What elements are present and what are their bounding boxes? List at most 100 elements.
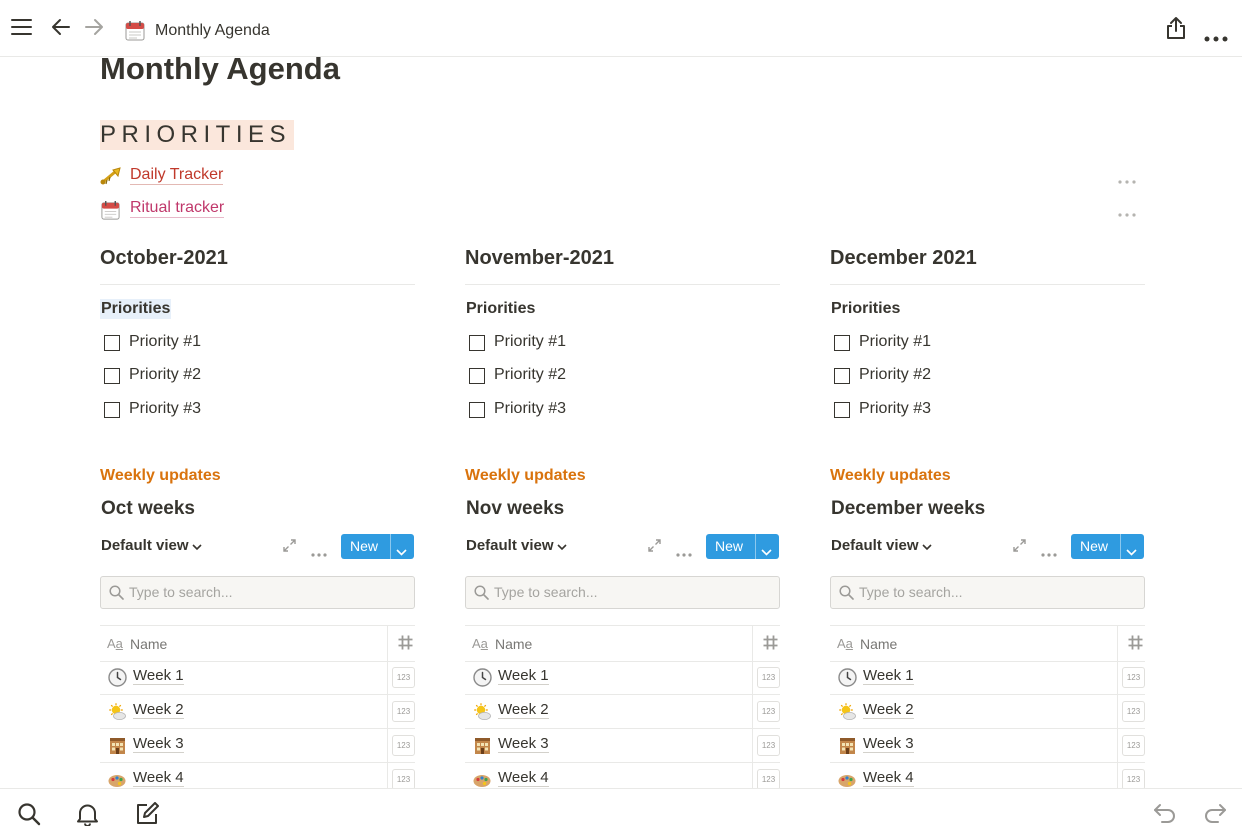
row-name[interactable]: Week 1 xyxy=(863,668,914,685)
month-title: December 2021 xyxy=(830,247,977,269)
chevron-down-icon xyxy=(921,538,932,555)
checkbox[interactable] xyxy=(834,368,850,384)
number-cell[interactable]: 123 xyxy=(1122,667,1145,688)
row-name[interactable]: Week 4 xyxy=(498,770,549,787)
undo-icon[interactable] xyxy=(1153,802,1177,829)
table-row[interactable]: Week 2 123 xyxy=(465,694,780,729)
new-button[interactable]: New xyxy=(341,534,414,559)
more-icon[interactable] xyxy=(311,544,327,562)
more-icon[interactable] xyxy=(676,544,692,562)
checkbox[interactable] xyxy=(834,402,850,418)
number-cell[interactable]: 123 xyxy=(1122,701,1145,722)
todo-text[interactable]: Priority #2 xyxy=(859,366,931,384)
todo-text[interactable]: Priority #1 xyxy=(494,333,566,351)
number-cell[interactable]: 123 xyxy=(757,769,780,788)
breadcrumb-page-title[interactable]: Monthly Agenda xyxy=(155,22,270,40)
chevron-down-icon[interactable] xyxy=(1126,543,1137,559)
row-name[interactable]: Week 4 xyxy=(863,770,914,787)
number-property-icon[interactable] xyxy=(762,634,779,656)
redo-icon[interactable] xyxy=(1203,802,1227,829)
database-title[interactable]: December weeks xyxy=(831,498,985,520)
expand-icon[interactable] xyxy=(648,539,661,557)
table-row[interactable]: Week 3 123 xyxy=(100,728,415,763)
checkbox[interactable] xyxy=(104,335,120,351)
todo-text[interactable]: Priority #1 xyxy=(859,333,931,351)
table-row[interactable]: Week 4 123 xyxy=(465,762,780,788)
number-cell[interactable]: 123 xyxy=(757,701,780,722)
checkbox[interactable] xyxy=(469,368,485,384)
checkbox[interactable] xyxy=(104,402,120,418)
todo-text[interactable]: Priority #3 xyxy=(859,400,931,418)
table-row[interactable]: Week 3 123 xyxy=(830,728,1145,763)
table-row[interactable]: Week 3 123 xyxy=(465,728,780,763)
table-row[interactable]: Week 4 123 xyxy=(100,762,415,788)
todo-text[interactable]: Priority #1 xyxy=(129,333,201,351)
view-selector[interactable]: Default view xyxy=(831,537,932,555)
column-header-name[interactable]: Name xyxy=(130,636,167,652)
checkbox[interactable] xyxy=(469,402,485,418)
search-input[interactable] xyxy=(129,581,399,603)
number-property-icon[interactable] xyxy=(397,634,414,656)
new-label: New xyxy=(350,538,379,554)
number-cell[interactable]: 123 xyxy=(1122,735,1145,756)
sun-cloud-icon xyxy=(838,702,857,726)
search-icon[interactable] xyxy=(17,802,41,831)
database-title[interactable]: Oct weeks xyxy=(101,498,195,520)
new-button[interactable]: New xyxy=(706,534,779,559)
table-row[interactable]: Week 1 123 xyxy=(830,660,1145,695)
table-row[interactable]: Week 1 123 xyxy=(100,660,415,695)
expand-icon[interactable] xyxy=(283,539,296,557)
weekly-updates-label: Weekly updates xyxy=(830,467,951,484)
share-icon[interactable] xyxy=(1166,16,1186,45)
number-cell[interactable]: 123 xyxy=(392,667,415,688)
column-header-name[interactable]: Name xyxy=(495,636,532,652)
expand-icon[interactable] xyxy=(1013,539,1026,557)
back-arrow-icon[interactable] xyxy=(51,18,70,41)
number-cell[interactable]: 123 xyxy=(392,735,415,756)
table-row[interactable]: Week 4 123 xyxy=(830,762,1145,788)
checkbox[interactable] xyxy=(104,368,120,384)
row-name[interactable]: Week 2 xyxy=(133,702,184,719)
database-title[interactable]: Nov weeks xyxy=(466,498,564,520)
bell-icon[interactable] xyxy=(76,802,99,831)
checkbox[interactable] xyxy=(469,335,485,351)
todo-text[interactable]: Priority #2 xyxy=(129,366,201,384)
row-name[interactable]: Week 2 xyxy=(498,702,549,719)
forward-arrow-icon[interactable] xyxy=(85,18,104,41)
search-input[interactable] xyxy=(859,581,1129,603)
todo-text[interactable]: Priority #3 xyxy=(494,400,566,418)
row-name[interactable]: Week 3 xyxy=(498,736,549,753)
new-button[interactable]: New xyxy=(1071,534,1144,559)
chevron-down-icon[interactable] xyxy=(396,543,407,559)
row-name[interactable]: Week 2 xyxy=(863,702,914,719)
row-name[interactable]: Week 1 xyxy=(498,668,549,685)
table-row[interactable]: Week 2 123 xyxy=(830,694,1145,729)
search-input[interactable] xyxy=(494,581,764,603)
table-row[interactable]: Week 2 123 xyxy=(100,694,415,729)
sun-cloud-icon xyxy=(473,702,492,726)
row-name[interactable]: Week 3 xyxy=(863,736,914,753)
number-cell[interactable]: 123 xyxy=(757,735,780,756)
compose-icon[interactable] xyxy=(135,802,159,831)
view-selector[interactable]: Default view xyxy=(101,537,202,555)
view-selector[interactable]: Default view xyxy=(466,537,567,555)
column-header-name[interactable]: Name xyxy=(860,636,897,652)
table-row[interactable]: Week 1 123 xyxy=(465,660,780,695)
row-name[interactable]: Week 1 xyxy=(133,668,184,685)
more-icon[interactable] xyxy=(1041,544,1057,562)
checkbox[interactable] xyxy=(834,335,850,351)
weekly-updates-label: Weekly updates xyxy=(465,467,586,484)
number-cell[interactable]: 123 xyxy=(392,701,415,722)
todo-text[interactable]: Priority #2 xyxy=(494,366,566,384)
number-cell[interactable]: 123 xyxy=(1122,769,1145,788)
row-name[interactable]: Week 4 xyxy=(133,770,184,787)
priorities-label: Priorities xyxy=(831,300,901,317)
row-name[interactable]: Week 3 xyxy=(133,736,184,753)
hamburger-icon[interactable] xyxy=(11,18,32,41)
todo-text[interactable]: Priority #3 xyxy=(129,400,201,418)
number-cell[interactable]: 123 xyxy=(392,769,415,788)
number-cell[interactable]: 123 xyxy=(757,667,780,688)
chevron-down-icon[interactable] xyxy=(761,543,772,559)
number-property-icon[interactable] xyxy=(1127,634,1144,656)
more-icon[interactable] xyxy=(1204,29,1228,47)
